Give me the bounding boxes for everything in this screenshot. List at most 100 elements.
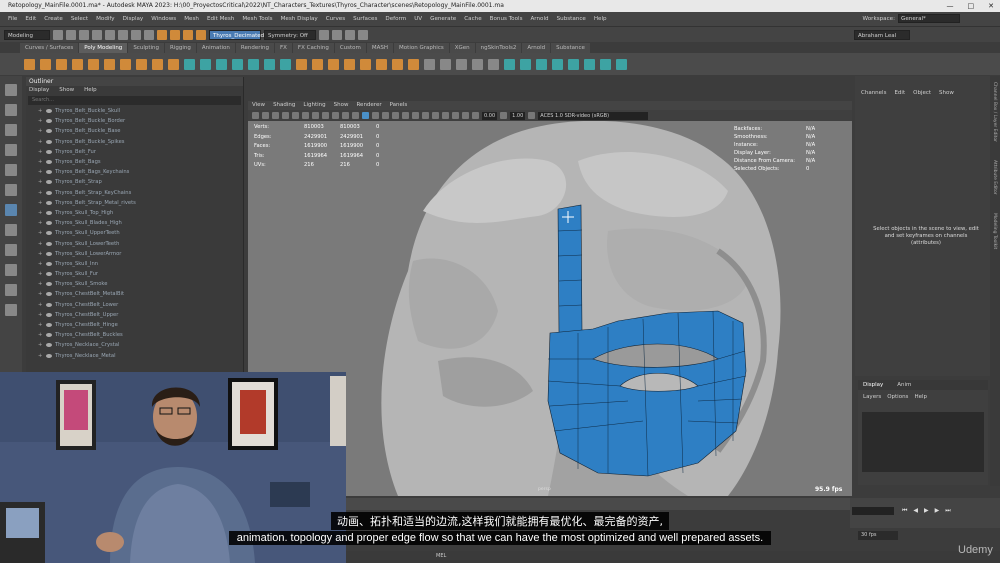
- combine-icon[interactable]: [184, 58, 195, 70]
- field-chart-icon[interactable]: [332, 112, 339, 119]
- poly-cylinder-icon[interactable]: [56, 58, 67, 70]
- menu-arnold[interactable]: Arnold: [526, 16, 552, 22]
- append-polygon-icon[interactable]: [344, 58, 355, 70]
- retopologize-icon[interactable]: [280, 58, 291, 70]
- expand-icon[interactable]: +: [38, 310, 43, 320]
- outliner-item[interactable]: + Thyros_Skull_LowerArmor: [38, 249, 243, 259]
- film-gate-icon[interactable]: [302, 112, 309, 119]
- outliner-item[interactable]: + Thyros_Belt_Buckle_Skull: [38, 106, 243, 116]
- snap-surface-icon[interactable]: [196, 29, 206, 40]
- outliner-layout-icon[interactable]: [5, 264, 17, 276]
- viewport-menu-lighting[interactable]: Lighting: [303, 101, 325, 110]
- outliner-item[interactable]: + Thyros_Belt_Strap_Metal_rivets: [38, 198, 243, 208]
- extrude-icon[interactable]: [296, 58, 307, 70]
- expand-icon[interactable]: +: [38, 147, 43, 157]
- gate-mask-icon[interactable]: [322, 112, 329, 119]
- uv-editor-icon[interactable]: [424, 58, 435, 70]
- target-weld-icon[interactable]: [392, 58, 403, 70]
- outliner-item[interactable]: + Thyros_Belt_Strap_KeyChains: [38, 188, 243, 198]
- lasso-tool-icon[interactable]: [5, 104, 17, 116]
- exposure-field[interactable]: 0.00: [482, 111, 498, 120]
- separate-icon[interactable]: [200, 58, 211, 70]
- expand-icon[interactable]: +: [38, 106, 43, 116]
- ipr-render-icon[interactable]: [332, 29, 342, 40]
- menu-mesh-tools[interactable]: Mesh Tools: [238, 16, 276, 22]
- snap-grid-icon[interactable]: [157, 29, 167, 40]
- remesh-icon[interactable]: [264, 58, 275, 70]
- outliner-item[interactable]: + Thyros_ChestBelt_Hinge: [38, 320, 243, 330]
- undo-icon[interactable]: [92, 29, 102, 40]
- wireframe-on-shaded-icon[interactable]: [372, 112, 379, 119]
- user-account-dropdown[interactable]: Abraham Leal: [854, 29, 910, 40]
- multi-cut-icon[interactable]: [376, 58, 387, 70]
- shelf-tab-arnold[interactable]: Arnold: [522, 43, 551, 53]
- side-tab-modeling-toolkit[interactable]: Modeling Toolkit: [992, 213, 997, 249]
- shelf-tab-custom[interactable]: Custom: [334, 43, 366, 53]
- gamma-icon[interactable]: [500, 112, 508, 119]
- shelf-tab-rendering[interactable]: Rendering: [235, 43, 274, 53]
- outliner-item[interactable]: + Thyros_Belt_Buckle_Spikes: [38, 137, 243, 147]
- menu-help[interactable]: Help: [590, 16, 611, 22]
- menu-set-dropdown[interactable]: Modeling: [4, 29, 50, 40]
- poly-cone-icon[interactable]: [72, 58, 83, 70]
- outliner-item[interactable]: + Thyros_Skull_LowerTeeth: [38, 238, 243, 248]
- live-object-field[interactable]: Thyros_Decimated: [209, 29, 264, 40]
- soften-edge-icon[interactable]: [504, 58, 515, 70]
- shelf-tab-mash[interactable]: MASH: [366, 43, 394, 53]
- outliner-item[interactable]: + Thyros_Belt_Buckle_Border: [38, 116, 243, 126]
- menu-uv[interactable]: UV: [410, 16, 426, 22]
- expand-icon[interactable]: +: [38, 249, 43, 259]
- render-icon[interactable]: [319, 29, 329, 40]
- use-lights-icon[interactable]: [392, 112, 399, 119]
- expand-icon[interactable]: +: [38, 198, 43, 208]
- expand-icon[interactable]: +: [38, 157, 43, 167]
- anti-aliasing-icon[interactable]: [432, 112, 439, 119]
- outliner-item[interactable]: + Thyros_ChestBelt_Lower: [38, 300, 243, 310]
- outliner-item[interactable]: + Thyros_ChestBelt_Buckles: [38, 330, 243, 340]
- grid-icon[interactable]: [292, 112, 299, 119]
- delete-history-icon[interactable]: [584, 58, 595, 70]
- expand-icon[interactable]: +: [38, 351, 43, 361]
- expand-icon[interactable]: +: [38, 228, 43, 238]
- hypershade-icon[interactable]: [358, 29, 368, 40]
- channel-menu-show[interactable]: Show: [939, 90, 954, 96]
- boolean-icon[interactable]: [232, 58, 243, 70]
- shelf-tab-poly-modeling[interactable]: Poly Modeling: [79, 43, 128, 53]
- menu-mesh[interactable]: Mesh: [180, 16, 203, 22]
- shelf-tab-animation[interactable]: Animation: [196, 43, 235, 53]
- smooth-icon[interactable]: [216, 58, 227, 70]
- save-scene-icon[interactable]: [79, 29, 89, 40]
- poly-text-icon[interactable]: [152, 58, 163, 70]
- motion-blur-icon[interactable]: [422, 112, 429, 119]
- expand-icon[interactable]: +: [38, 320, 43, 330]
- expand-icon[interactable]: +: [38, 167, 43, 177]
- outliner-item[interactable]: + Thyros_Necklace_Crystal: [38, 340, 243, 350]
- shelf-tab-substance[interactable]: Substance: [551, 43, 590, 53]
- menu-edit-mesh[interactable]: Edit Mesh: [203, 16, 238, 22]
- automatic-map-icon[interactable]: [488, 58, 499, 70]
- viewport-menu-panels[interactable]: Panels: [390, 101, 408, 110]
- color-management-icon[interactable]: [528, 112, 536, 119]
- tab-display[interactable]: Display: [863, 382, 883, 388]
- render-settings-icon[interactable]: [345, 29, 355, 40]
- outliner-item[interactable]: + Thyros_Skull_Inn: [38, 259, 243, 269]
- shelf-tab-curves-surfaces[interactable]: Curves / Surfaces: [20, 43, 79, 53]
- image-plane-icon[interactable]: [282, 112, 289, 119]
- menu-windows[interactable]: Windows: [147, 16, 180, 22]
- viewport-menu-show[interactable]: Show: [334, 101, 349, 110]
- select-hierarchy-icon[interactable]: [118, 29, 128, 40]
- expand-icon[interactable]: +: [38, 208, 43, 218]
- viewport-menu-renderer[interactable]: Renderer: [356, 101, 381, 110]
- bevel-icon[interactable]: [328, 58, 339, 70]
- xray-joints-icon[interactable]: [462, 112, 469, 119]
- channel-menu-edit[interactable]: Edit: [894, 90, 905, 96]
- move-tool-icon[interactable]: [5, 144, 17, 156]
- shelf-tab-fx-caching[interactable]: FX Caching: [292, 43, 334, 53]
- outliner-item[interactable]: + Thyros_Skull_Fur: [38, 269, 243, 279]
- isolate-select-icon[interactable]: [442, 112, 449, 119]
- xray-components-icon[interactable]: [472, 112, 479, 119]
- outliner-menu-show[interactable]: Show: [59, 86, 74, 95]
- menu-surfaces[interactable]: Surfaces: [349, 16, 381, 22]
- expand-icon[interactable]: +: [38, 330, 43, 340]
- select-camera-icon[interactable]: [252, 112, 259, 119]
